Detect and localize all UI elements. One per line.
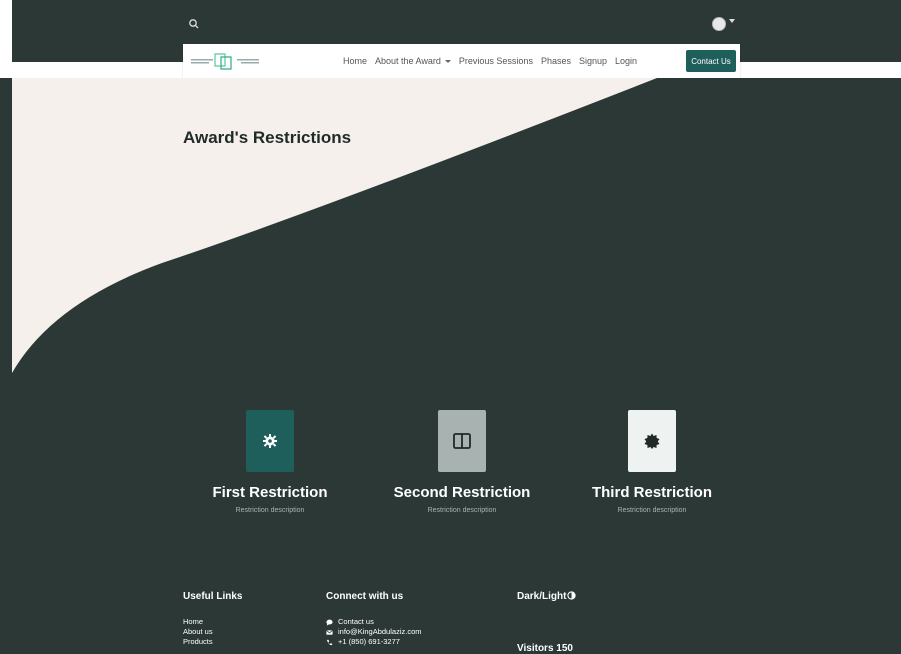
footer-phone[interactable]: +1 (850) 691-3277 [326, 637, 422, 647]
footer-contact-label: Contact us [338, 617, 374, 626]
nav-signup[interactable]: Signup [579, 56, 607, 66]
footer-phone-label: +1 (850) 691-3277 [338, 637, 400, 646]
card-title: Third Restriction [591, 484, 712, 501]
navbar: Home About the Award Previous Sessions P… [183, 44, 740, 78]
footer-contact[interactable]: Contact us [326, 617, 422, 627]
restriction-card-1: First Restriction Restriction descriptio… [200, 410, 340, 514]
badge-icon [644, 433, 660, 449]
footer-link-home[interactable]: Home [183, 617, 242, 627]
footer-useful-links: Useful Links Home About us Products [183, 591, 242, 647]
card-description: Restriction description [427, 507, 497, 514]
card-description: Restriction description [617, 507, 687, 514]
left-edge-strip [0, 0, 12, 78]
restriction-card-2: Second Restriction Restriction descripti… [392, 410, 532, 514]
page-title: Award's Restrictions [183, 128, 352, 147]
chevron-down-icon [444, 60, 451, 64]
contrast-icon [567, 591, 577, 600]
nav-previous-sessions[interactable]: Previous Sessions [459, 56, 533, 66]
footer-heading: Connect with us [326, 591, 404, 602]
nav-about-award[interactable]: About the Award [375, 56, 451, 66]
hero-background [12, 78, 901, 650]
nav-login[interactable]: Login [615, 56, 637, 66]
chat-icon [326, 619, 333, 626]
contact-us-button[interactable]: Contact Us [686, 50, 736, 72]
footer-links-list: Home About us Products [183, 617, 242, 647]
footer-connect-list: Contact us info@KingAbdulaziz.com +1 (85… [326, 617, 422, 647]
restriction-card-3: Third Restriction Restriction descriptio… [582, 410, 722, 514]
columns-icon [453, 433, 471, 449]
search-icon[interactable] [188, 18, 200, 30]
phone-icon [326, 639, 333, 645]
card-icon-box [246, 410, 294, 472]
footer-link-products[interactable]: Products [183, 637, 242, 647]
theme-toggle-label: Dark/Light [517, 591, 567, 602]
theme-toggle[interactable]: Dark/Light [517, 591, 577, 602]
footer-connect: Connect with us Contact us info@KingAbdu… [326, 591, 422, 647]
card-title: Second Restriction [393, 484, 531, 501]
gear-icon [263, 434, 277, 448]
footer-email-label: info@KingAbdulaziz.com [338, 627, 422, 636]
footer-heading: Useful Links [183, 591, 243, 602]
footer-link-about[interactable]: About us [183, 627, 242, 637]
nav-links: Home About the Award Previous Sessions P… [343, 44, 637, 78]
avatar[interactable] [712, 17, 726, 31]
nav-home[interactable]: Home [343, 56, 367, 66]
nav-phases[interactable]: Phases [541, 56, 571, 66]
footer-theme: Dark/Light [517, 591, 577, 602]
logo[interactable] [191, 51, 263, 71]
card-description: Restriction description [235, 507, 305, 514]
card-icon-box [628, 410, 676, 472]
card-icon-box [438, 410, 486, 472]
chevron-down-icon[interactable] [729, 19, 735, 23]
hero-section [12, 78, 901, 650]
mail-icon [326, 629, 333, 635]
visitor-count: Visitors 150 [517, 643, 573, 654]
card-title: First Restriction [212, 484, 328, 501]
footer-email[interactable]: info@KingAbdulaziz.com [326, 627, 422, 637]
nav-about-award-label: About the Award [375, 56, 441, 66]
